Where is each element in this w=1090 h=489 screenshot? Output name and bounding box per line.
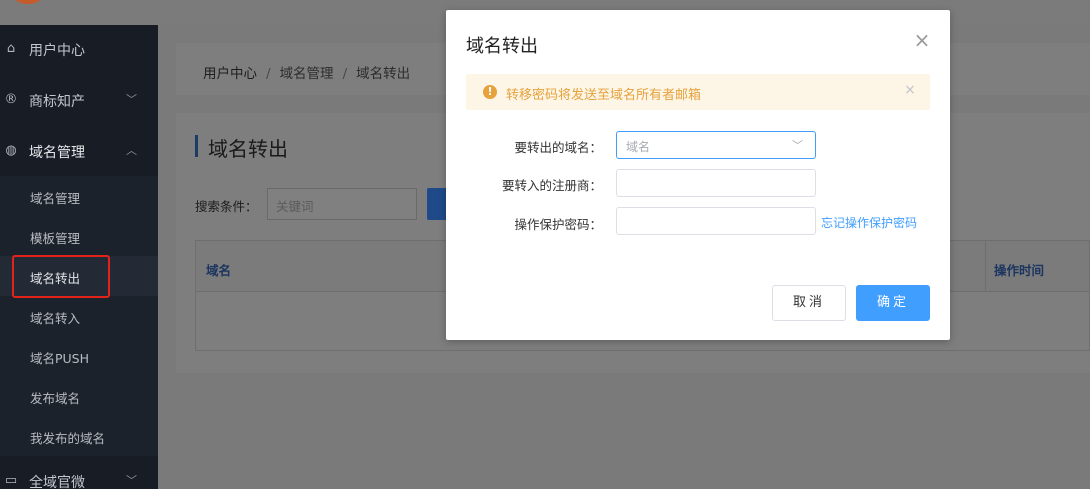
password-field-label: 操作保护密码： — [514, 217, 602, 232]
confirm-button[interactable]: 确定 — [856, 285, 930, 321]
sidebar-group-domain-management[interactable]: ◍ 域名管理 ︿ — [0, 127, 158, 177]
breadcrumb-separator: / — [266, 66, 271, 82]
cancel-button[interactable]: 取消 — [772, 285, 846, 321]
sidebar-item-template-management[interactable]: 模板管理 — [0, 216, 158, 256]
chevron-down-icon: ﹀ — [792, 139, 803, 152]
monitor-icon: ▭ — [4, 473, 18, 488]
domain-field-label: 要转出的域名： — [514, 140, 602, 155]
alert-close-icon[interactable]: × — [903, 83, 917, 97]
registrar-input[interactable] — [616, 169, 816, 197]
forgot-password-link[interactable]: 忘记操作保护密码 — [821, 214, 917, 231]
domain-select-placeholder: 域名 — [626, 140, 651, 154]
registrar-field-label: 要转入的注册商： — [501, 178, 602, 193]
warning-icon: ! — [483, 85, 497, 99]
sidebar-item-domain-management[interactable]: 域名管理 — [0, 176, 158, 216]
registered-icon: ® — [4, 92, 18, 107]
sidebar-item-domain-push[interactable]: 域名PUSH — [0, 336, 158, 376]
protection-password-input[interactable] — [616, 207, 816, 235]
page-title: 域名转出 — [208, 137, 288, 161]
column-header-domain: 域名 — [206, 263, 232, 278]
breadcrumb: 用户中心 / 域名管理 / 域名转出 — [203, 62, 410, 82]
breadcrumb-item-user-center[interactable]: 用户中心 — [203, 66, 257, 82]
title-accent-bar — [195, 135, 198, 157]
sidebar-item-publish-domain[interactable]: 发布域名 — [0, 376, 158, 416]
column-header-operation-time: 操作时间 — [994, 263, 1045, 278]
highlight-box — [12, 255, 110, 298]
warning-alert: ! 转移密码将发送至域名所有者邮箱 × — [466, 74, 930, 110]
sidebar-group-trademark[interactable]: ® 商标知产 ﹀ — [0, 76, 158, 126]
chevron-down-icon: ﹀ — [126, 93, 137, 106]
breadcrumb-item-current: 域名转出 — [356, 66, 411, 82]
dialog-title: 域名转出 — [466, 36, 538, 57]
sidebar-group-official-micro[interactable]: ▭ 全域官微 ﹀ — [0, 457, 158, 489]
domain-select[interactable]: 域名 ﹀ — [616, 131, 816, 159]
column-divider — [985, 241, 986, 291]
home-icon: ⌂ — [6, 41, 16, 56]
logo[interactable] — [14, 0, 42, 4]
search-input[interactable]: 关键词 — [267, 188, 417, 220]
transfer-out-dialog: 域名转出 × ! 转移密码将发送至域名所有者邮箱 × 要转出的域名： 域名 ﹀ … — [446, 10, 950, 340]
sidebar-group-user-center[interactable]: ⌂ 用户中心 — [0, 25, 158, 75]
alert-message: 转移密码将发送至域名所有者邮箱 — [506, 88, 702, 103]
chevron-up-icon: ︿ — [126, 144, 137, 157]
domain-submenu: 域名管理 模板管理 域名转出 域名转入 域名PUSH 发布域名 我发布的域名 — [0, 176, 158, 456]
chevron-down-icon: ﹀ — [126, 474, 137, 487]
close-icon[interactable]: × — [912, 30, 932, 50]
breadcrumb-item-domain-management[interactable]: 域名管理 — [280, 66, 334, 82]
sidebar-item-my-published-domains[interactable]: 我发布的域名 — [0, 416, 158, 456]
globe-icon: ◍ — [5, 143, 17, 158]
sidebar-item-domain-transfer-in[interactable]: 域名转入 — [0, 296, 158, 336]
search-label: 搜索条件： — [195, 199, 258, 214]
breadcrumb-separator: / — [342, 66, 348, 82]
